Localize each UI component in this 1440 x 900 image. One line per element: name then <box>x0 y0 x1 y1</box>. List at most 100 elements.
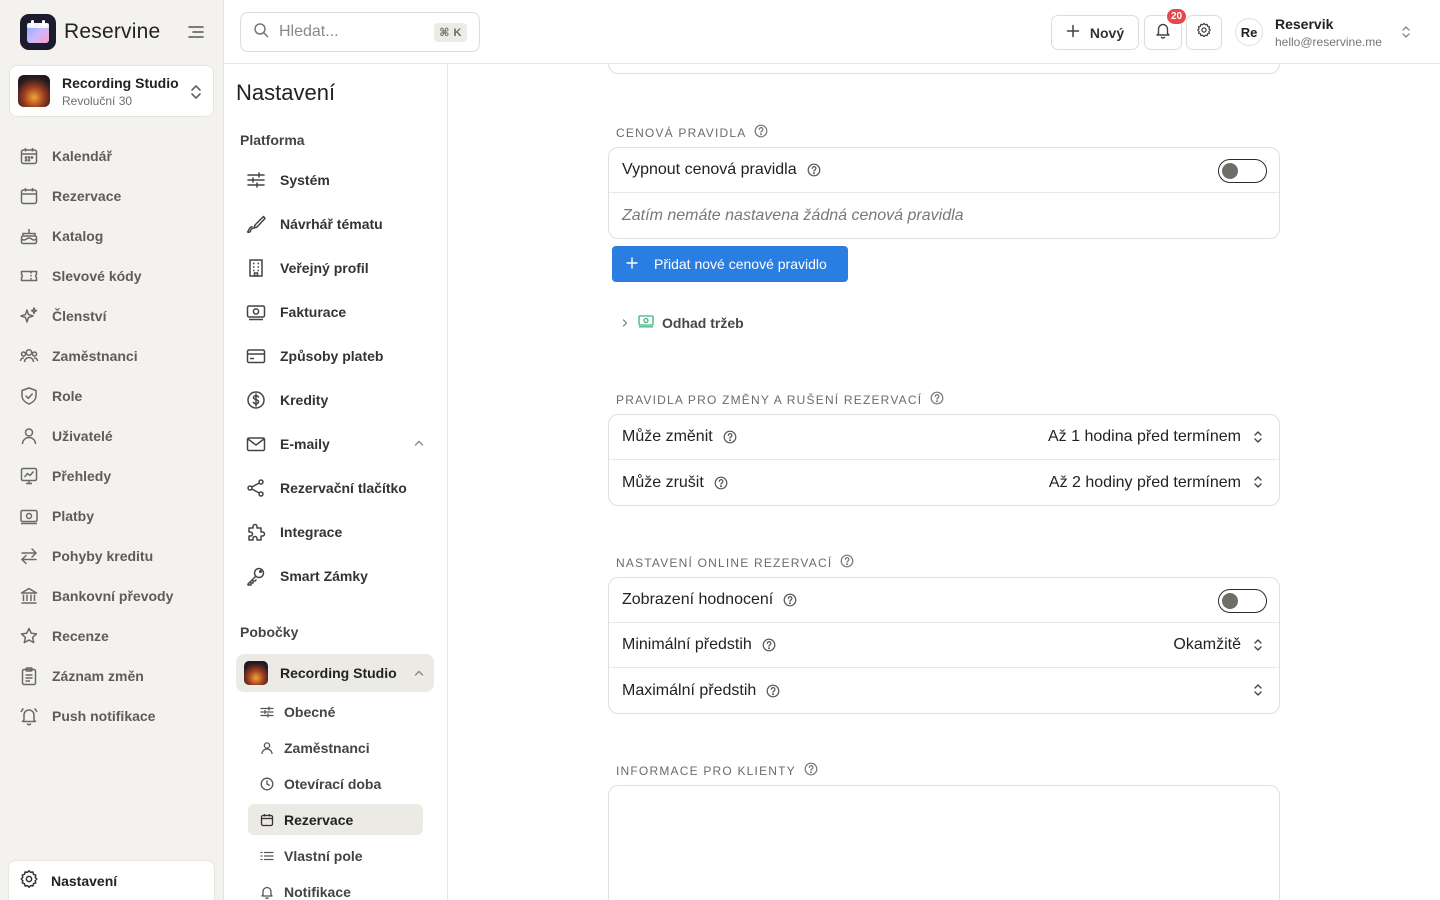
row-label: Maximální předstih <box>622 681 757 699</box>
disable-pricing-rules-toggle[interactable] <box>1218 159 1267 183</box>
help-icon[interactable] <box>714 476 728 490</box>
settings-item-integrations[interactable]: Integrace <box>236 514 434 550</box>
help-icon[interactable] <box>723 430 737 444</box>
brush-icon <box>244 212 268 236</box>
user-icon <box>260 741 274 755</box>
calendar-icon <box>18 145 40 167</box>
max-lead-time-row[interactable]: Maximální předstih <box>609 668 1279 713</box>
branch-item-label: Zaměstnanci <box>284 739 370 756</box>
branch-item-reservations[interactable]: Rezervace <box>248 804 423 835</box>
settings-item-emails[interactable]: E-maily <box>236 426 434 462</box>
nav-item-label: Záznam změn <box>52 668 144 684</box>
nav-item-label: Slevové kódy <box>52 268 142 284</box>
branch-item-general[interactable]: Obecné <box>248 696 423 727</box>
row-label: Může zrušit <box>622 473 704 491</box>
help-icon[interactable] <box>807 163 821 177</box>
help-icon[interactable] <box>762 638 776 652</box>
pricing-rules-card: Vypnout cenová pravidla Zatím nemáte nas… <box>608 147 1280 239</box>
chevron-up-down-icon[interactable] <box>1400 24 1412 45</box>
collapse-sidebar-icon[interactable] <box>186 22 206 42</box>
can-change-row[interactable]: Může změnit Až 1 hodina před termínem <box>609 415 1279 460</box>
studio-switcher[interactable]: Recording Studio Revoluční 30 <box>9 65 214 117</box>
pricing-rules-section: CENOVÁ PRAVIDLA <box>616 124 768 141</box>
can-cancel-select[interactable]: Až 2 hodiny před termínem <box>1049 474 1241 492</box>
help-icon[interactable] <box>840 554 854 571</box>
branch-item-staff[interactable]: Zaměstnanci <box>248 732 423 763</box>
settings-item-booking-button[interactable]: Rezervační tlačítko <box>236 470 434 506</box>
row-label: Může změnit <box>622 428 713 445</box>
can-change-select[interactable]: Až 1 hodina před termínem <box>1048 428 1241 446</box>
min-lead-time-select[interactable]: Okamžitě <box>1173 636 1241 654</box>
clock-icon <box>260 777 274 791</box>
new-button[interactable]: Nový <box>1051 15 1139 50</box>
row-label: Minimální předstih <box>622 636 752 653</box>
cake-icon <box>18 225 40 247</box>
help-icon[interactable] <box>783 593 797 607</box>
nav-item-kalendar[interactable]: Kalendář <box>8 136 216 176</box>
nav-item-zaznam-zmen[interactable]: Záznam změn <box>8 656 216 696</box>
show-rating-toggle[interactable] <box>1218 589 1267 613</box>
chevron-up-down-icon <box>1253 682 1263 703</box>
help-icon[interactable] <box>930 391 944 408</box>
settings-item-label: Návrhář tématu <box>280 216 383 232</box>
invoice-icon <box>244 300 268 324</box>
help-icon[interactable] <box>766 684 780 698</box>
nav-item-uzivatele[interactable]: Uživatelé <box>8 416 216 456</box>
nav-item-recenze[interactable]: Recenze <box>8 616 216 656</box>
branch-item-custom-fields[interactable]: Vlastní pole <box>248 840 423 871</box>
nav-item-clenstvi[interactable]: Členství <box>8 296 216 336</box>
user-name[interactable]: Reservik <box>1275 16 1333 32</box>
branch-recording-studio[interactable]: Recording Studio <box>236 654 434 692</box>
user-avatar[interactable]: Re <box>1235 18 1263 46</box>
app-logo-icon <box>20 14 56 50</box>
client-info-textarea[interactable] <box>608 785 1280 900</box>
top-bar: Hledat... ⌘ K Nový 20 Re Reservik hello@… <box>224 0 1440 64</box>
bell-icon <box>260 885 274 899</box>
settings-item-credits[interactable]: Kredity <box>236 382 434 418</box>
nav-item-prehledy[interactable]: Přehledy <box>8 456 216 496</box>
settings-item-theme-designer[interactable]: Návrhář tématu <box>236 206 434 242</box>
nav-item-push-notifikace[interactable]: Push notifikace <box>8 696 216 736</box>
dollar-circle-icon <box>244 388 268 412</box>
nav-item-katalog[interactable]: Katalog <box>8 216 216 256</box>
settings-item-system[interactable]: Systém <box>236 162 434 198</box>
branch-item-opening-hours[interactable]: Otevírací doba <box>248 768 423 799</box>
nav-item-bankovni-prevody[interactable]: Bankovní převody <box>8 576 216 616</box>
revenue-estimate-toggle[interactable]: Odhad tržeb <box>620 314 744 331</box>
nav-item-rezervace[interactable]: Rezervace <box>8 176 216 216</box>
nav-item-pohyby-kreditu[interactable]: Pohyby kreditu <box>8 536 216 576</box>
chevron-up-icon[interactable] <box>412 666 426 683</box>
sliders-icon <box>244 168 268 192</box>
min-lead-time-row[interactable]: Minimální předstih Okamžitě <box>609 623 1279 668</box>
sliders-icon <box>260 705 274 719</box>
settings-item-payment-methods[interactable]: Způsoby plateb <box>236 338 434 374</box>
calendar-check-icon <box>18 185 40 207</box>
chevron-up-icon[interactable] <box>412 436 426 453</box>
section-label: NASTAVENÍ ONLINE REZERVACÍ <box>616 555 833 570</box>
show-rating-row: Zobrazení hodnocení <box>609 578 1279 623</box>
settings-item-label: Kredity <box>280 392 329 408</box>
add-pricing-rule-button[interactable]: Přidat nové cenové pravidlo <box>612 246 848 282</box>
can-cancel-row[interactable]: Může zrušit Až 2 hodiny před termínem <box>609 460 1279 505</box>
help-icon[interactable] <box>754 124 768 141</box>
settings-item-billing[interactable]: Fakturace <box>236 294 434 330</box>
settings-button[interactable] <box>1186 15 1222 50</box>
settings-item-smart-locks[interactable]: Smart Zámky <box>236 558 434 594</box>
brand[interactable]: Reservine <box>20 14 160 50</box>
chevron-right-icon <box>620 315 630 331</box>
settings-item-label: Fakturace <box>280 304 347 320</box>
search-input[interactable]: Hledat... ⌘ K <box>240 12 480 52</box>
nav-item-slevove-kody[interactable]: Slevové kódy <box>8 256 216 296</box>
nav-item-label: Kalendář <box>52 148 112 164</box>
branch-item-label: Otevírací doba <box>284 775 382 792</box>
nav-item-zamestnanci[interactable]: Zaměstnanci <box>8 336 216 376</box>
branch-item-notifications[interactable]: Notifikace <box>248 876 423 900</box>
row-label: Zobrazení hodnocení <box>622 591 774 608</box>
nav-item-platby[interactable]: Platby <box>8 496 216 536</box>
branch-avatar <box>244 661 268 685</box>
nav-item-nastaveni[interactable]: Nastavení <box>8 860 215 900</box>
list-icon <box>260 849 274 863</box>
settings-item-public-profile[interactable]: Veřejný profil <box>236 250 434 286</box>
help-icon[interactable] <box>804 762 818 779</box>
nav-item-role[interactable]: Role <box>8 376 216 416</box>
